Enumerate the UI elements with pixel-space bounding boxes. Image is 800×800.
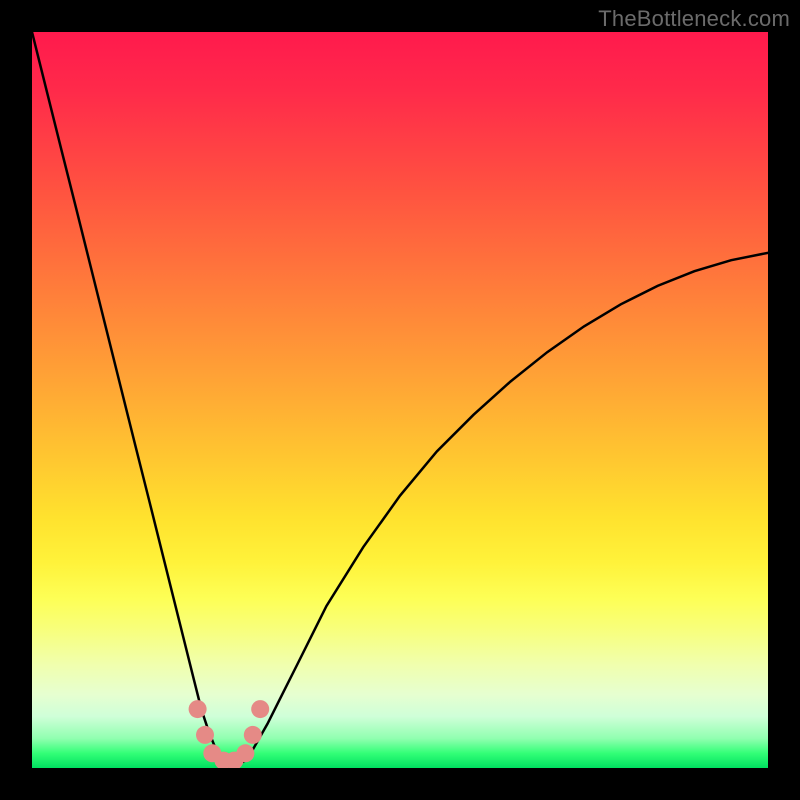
watermark-text: TheBottleneck.com bbox=[598, 6, 790, 32]
curve-marker bbox=[236, 744, 254, 762]
curve-marker bbox=[196, 726, 214, 744]
curve-marker bbox=[244, 726, 262, 744]
plot-area bbox=[32, 32, 768, 768]
curve-markers bbox=[189, 700, 270, 768]
chart-frame: TheBottleneck.com bbox=[0, 0, 800, 800]
curve-marker bbox=[189, 700, 207, 718]
bottleneck-curve bbox=[32, 32, 768, 764]
curve-marker bbox=[251, 700, 269, 718]
curve-layer bbox=[32, 32, 768, 768]
